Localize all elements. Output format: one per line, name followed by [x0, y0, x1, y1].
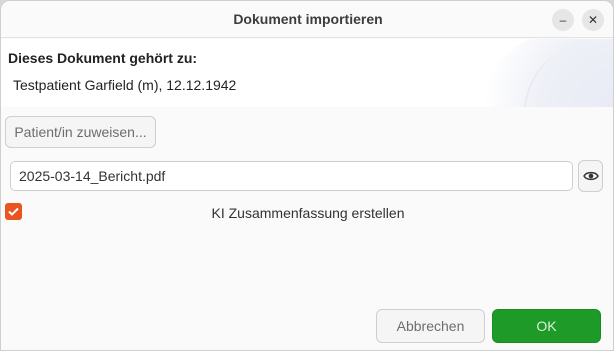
dialog-title: Dokument importieren — [233, 11, 383, 27]
eye-icon — [582, 171, 599, 181]
assign-patient-button[interactable]: Patient/in zuweisen... — [5, 116, 156, 148]
patient-info: Testpatient Garfield (m), 12.12.1942 — [13, 77, 237, 93]
import-document-dialog: Dokument importieren – ✕ Dieses Dokument… — [0, 0, 614, 351]
owner-header: Dieses Dokument gehört zu: Testpatient G… — [1, 39, 613, 107]
close-icon: ✕ — [587, 13, 599, 27]
title-bar: Dokument importieren – ✕ — [1, 1, 613, 38]
close-button[interactable]: ✕ — [582, 9, 604, 31]
file-name-field[interactable]: 2025-03-14_Bericht.pdf — [10, 161, 573, 191]
minimize-icon: – — [559, 13, 567, 27]
ok-button[interactable]: OK — [492, 309, 601, 343]
minimize-button[interactable]: – — [552, 9, 574, 31]
summary-checkbox-label: KI Zusammenfassung erstellen — [211, 205, 405, 221]
cancel-button[interactable]: Abbrechen — [376, 309, 485, 343]
owner-label: Dieses Dokument gehört zu: — [8, 50, 198, 66]
preview-button[interactable] — [578, 160, 603, 192]
